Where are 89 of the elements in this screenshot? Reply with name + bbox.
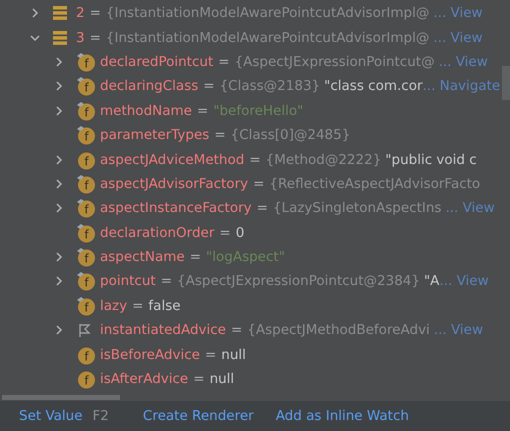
view-link[interactable]: ... View <box>433 30 483 46</box>
variable-name: instantiatedAdvice <box>100 322 226 338</box>
variable-name: isAfterAdvice <box>100 371 188 388</box>
view-link[interactable]: ... View <box>445 200 495 216</box>
variable-name: pointcut <box>100 273 156 290</box>
final-field-icon: f <box>76 76 96 96</box>
equals-sign: = <box>203 78 215 94</box>
array-icon <box>52 30 68 46</box>
value-type: {AspectJExpressionPointcut@2384} <box>177 273 420 290</box>
action-link[interactable]: Create Renderer <box>142 408 254 424</box>
view-link[interactable]: ... Navigate <box>422 78 500 94</box>
variable-name: isBeforeAdvice <box>100 346 200 363</box>
value-text: null <box>221 346 246 363</box>
collapse-caret-icon[interactable] <box>30 32 40 43</box>
final-field-icon: f <box>76 125 96 146</box>
variable-name: aspectJAdviceMethod <box>100 152 244 168</box>
variable-name: lazy <box>100 298 128 314</box>
variable-name: 3 <box>76 30 85 46</box>
array-icon <box>52 5 68 22</box>
equals-sign: = <box>90 30 101 46</box>
final-field-icon: f <box>76 247 96 268</box>
view-link[interactable]: ... View <box>433 5 483 22</box>
equals-sign: = <box>193 371 205 388</box>
final-field-icon: f <box>76 52 96 72</box>
value-type: {LazySingletonAspectIns <box>272 200 442 216</box>
value-text: false <box>148 298 181 314</box>
equals-sign: = <box>90 5 101 22</box>
final-field-icon: f <box>76 296 96 316</box>
string-value: "beforeHello" <box>213 102 304 119</box>
expand-caret-icon[interactable] <box>54 56 64 67</box>
expand-caret-icon[interactable] <box>54 154 64 165</box>
value-type: {Method@2222} <box>266 152 382 168</box>
value-type: {AspectJExpressionPointcut@ <box>234 54 435 70</box>
action-link[interactable]: Add as Inline Watch <box>276 408 409 424</box>
final-field-icon: f <box>76 100 96 121</box>
value-text: "class com.cor <box>324 78 423 94</box>
field-icon: f <box>76 344 96 365</box>
variable-name: methodName <box>100 102 192 119</box>
value-type: {InstantiationModelAwarePointcutAdvisorImpl@ <box>106 5 430 22</box>
expand-caret-icon[interactable] <box>54 252 64 262</box>
shortcut-hint: F2 <box>92 408 109 424</box>
variable-name: parameterTypes <box>100 127 210 144</box>
final-field-icon: f <box>76 271 96 292</box>
value-type: {Class[0]@2485} <box>230 127 350 144</box>
field-icon: f <box>76 150 96 170</box>
variable-name: aspectInstanceFactory <box>100 200 252 216</box>
expand-caret-icon[interactable] <box>54 81 64 92</box>
final-field-icon: f <box>76 198 96 218</box>
value-type: {AspectJMethodBeforeAdvi <box>247 322 430 338</box>
value-type: {Class@2183} <box>220 78 320 94</box>
variable-name: aspectName <box>100 249 185 266</box>
equals-sign: = <box>190 249 202 266</box>
equals-sign: = <box>219 224 231 241</box>
final-field-icon: f <box>76 222 96 243</box>
value-text: null <box>210 371 234 388</box>
equals-sign: = <box>160 273 172 290</box>
equals-sign: = <box>204 346 216 363</box>
view-link[interactable]: ... View <box>438 54 488 70</box>
equals-sign: = <box>249 152 261 168</box>
equals-sign: = <box>196 102 208 119</box>
view-link[interactable]: ... View <box>434 322 484 338</box>
value-text: 0 <box>236 224 244 241</box>
view-link[interactable]: ... View <box>439 273 489 290</box>
expand-caret-icon[interactable] <box>54 276 64 286</box>
expand-caret-icon[interactable] <box>54 178 64 189</box>
field-icon: f <box>76 369 96 390</box>
value-text: "public void c <box>385 152 477 168</box>
expand-caret-icon[interactable] <box>30 8 40 18</box>
value-text: "A <box>424 273 440 290</box>
variable-name: declaredPointcut <box>100 54 214 70</box>
equals-sign: = <box>218 54 230 70</box>
action-link[interactable]: Set Value <box>19 408 83 424</box>
equals-sign: = <box>253 176 264 192</box>
horizontal-scrollbar[interactable] <box>2 395 120 400</box>
equals-sign: = <box>132 298 144 314</box>
variable-name: declaringClass <box>100 78 198 94</box>
value-type: {ReflectiveAspectJAdvisorFacto <box>269 176 480 192</box>
equals-sign: = <box>230 322 242 338</box>
expand-caret-icon[interactable] <box>54 325 64 336</box>
equals-sign: = <box>214 127 226 144</box>
equals-sign: = <box>256 200 268 216</box>
expand-caret-icon[interactable] <box>54 106 64 116</box>
variable-name: aspectJAdvisorFactory <box>100 176 248 192</box>
variable-name: declarationOrder <box>100 224 214 241</box>
expand-caret-icon[interactable] <box>54 203 64 214</box>
variable-name: 2 <box>76 5 85 22</box>
string-value: "logAspect" <box>206 249 285 266</box>
final-field-icon: f <box>76 174 96 194</box>
value-type: {InstantiationModelAwarePointcutAdvisorImpl@ <box>106 30 430 46</box>
